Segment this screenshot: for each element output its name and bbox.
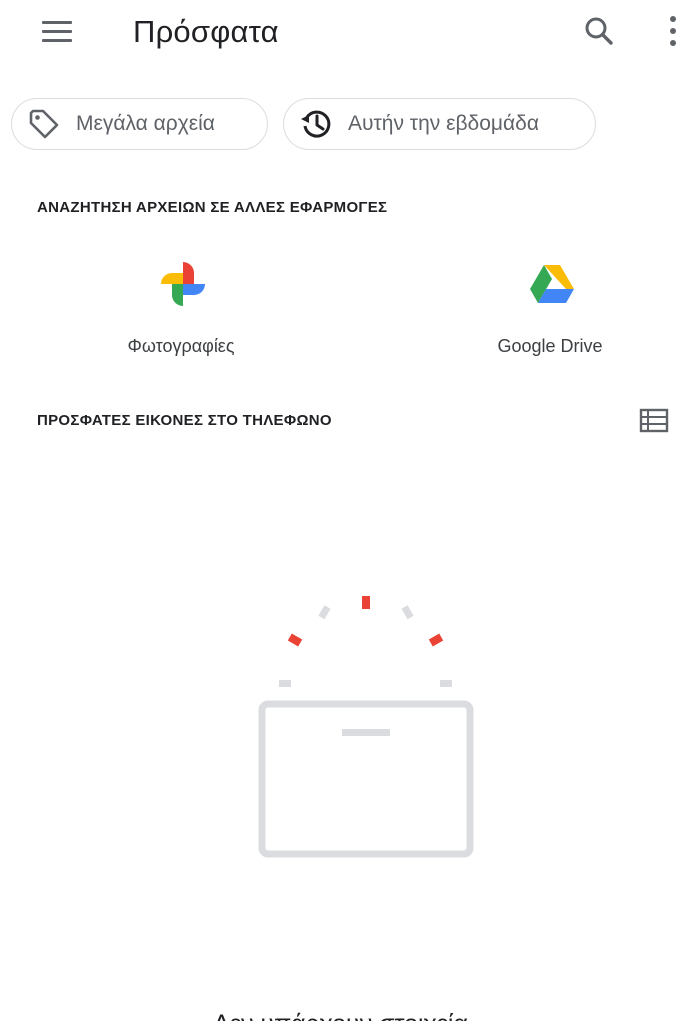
- chip-label: Αυτήν την εβδομάδα: [348, 112, 539, 135]
- app-label: Google Drive: [497, 336, 603, 356]
- hamburger-menu-icon[interactable]: [38, 14, 78, 50]
- google-drive-icon: [528, 258, 576, 310]
- google-photos-icon: [159, 258, 207, 310]
- page-title: Πρόσφατα: [133, 14, 279, 49]
- section-title-other-apps: ΑΝΑΖΗΤΗΣΗ ΑΡΧΕΙΩΝ ΣΕ ΑΛΛΕΣ ΕΦΑΡΜΟΓΕΣ: [37, 199, 388, 216]
- tag-icon: [24, 104, 64, 144]
- files-app-screen: Πρόσφατα Μεγάλα αρχεία Αυτήν την εβδομάδ…: [0, 0, 681, 1021]
- chip-large-files[interactable]: Μεγάλα αρχεία: [11, 98, 268, 150]
- chip-this-week[interactable]: Αυτήν την εβδομάδα: [283, 98, 596, 150]
- app-label: Φωτογραφίες: [127, 336, 235, 356]
- app-shortcut-photos[interactable]: Φωτογραφίες: [91, 258, 271, 368]
- history-icon: [296, 104, 336, 144]
- chip-label: Μεγάλα αρχεία: [76, 112, 215, 135]
- more-vert-icon[interactable]: [660, 10, 681, 52]
- app-shortcut-google-drive[interactable]: Google Drive: [460, 258, 640, 368]
- section-title-recent-images: ΠΡΟΣΦΑΤΕΣ ΕΙΚΟΝΕΣ ΣΤΟ ΤΗΛΕΦΩΝΟ: [37, 412, 332, 429]
- top-app-bar: Πρόσφατα: [0, 0, 681, 64]
- search-icon[interactable]: [578, 10, 620, 52]
- empty-state-message: Δεν υπάρχουν στοιχεία: [0, 1010, 681, 1021]
- list-view-icon[interactable]: [638, 406, 670, 436]
- empty-box-icon: [250, 588, 482, 868]
